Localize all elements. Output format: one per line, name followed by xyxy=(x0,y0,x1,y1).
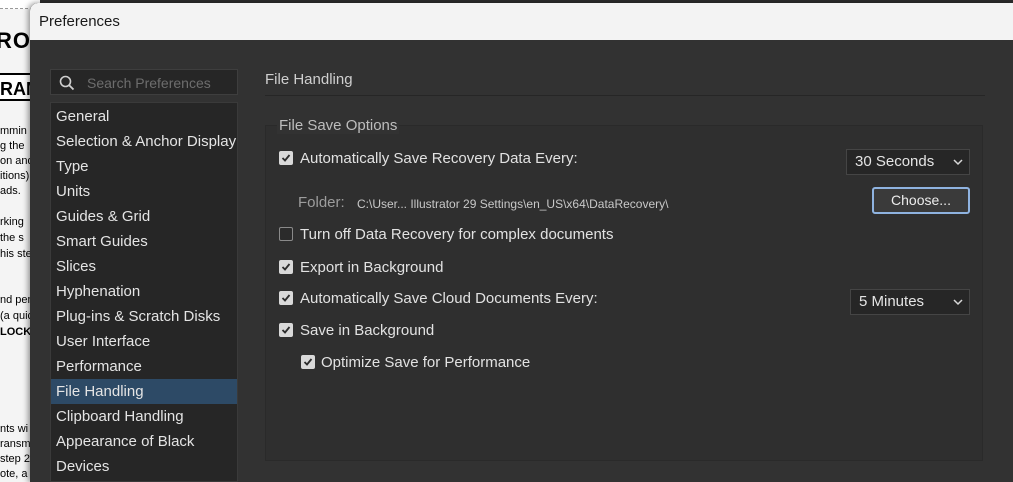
background-text-line: the s xyxy=(0,232,24,244)
nav-item-appearance-of-black[interactable]: Appearance of Black xyxy=(51,429,237,454)
nav-item-performance[interactable]: Performance xyxy=(51,354,237,379)
optimize-save-label[interactable]: Optimize Save for Performance xyxy=(321,354,530,371)
checkmark-icon xyxy=(281,263,291,271)
background-text-line: nd pen xyxy=(0,294,34,306)
nav-item-smart-guides[interactable]: Smart Guides xyxy=(51,229,237,254)
background-text-line: his ste xyxy=(0,248,32,260)
background-text-line: rking xyxy=(0,216,24,228)
auto-save-recovery-label[interactable]: Automatically Save Recovery Data Every: xyxy=(300,150,578,167)
nav-item-file-handling[interactable]: File Handling xyxy=(51,379,237,404)
auto-save-recovery-checkbox[interactable] xyxy=(279,151,293,165)
nav-item-plugins-scratch-disks[interactable]: Plug-ins & Scratch Disks xyxy=(51,304,237,329)
background-text-line: nts wi xyxy=(0,423,29,435)
background-text-line: (a quic xyxy=(0,310,34,322)
search-icon xyxy=(59,75,75,91)
save-background-label[interactable]: Save in Background xyxy=(300,322,434,339)
background-text-line: ads. xyxy=(0,185,21,197)
cloud-interval-value: 5 Minutes xyxy=(859,293,925,310)
export-background-checkbox[interactable] xyxy=(279,260,293,274)
nav-item-devices[interactable]: Devices xyxy=(51,454,237,479)
checkmark-icon xyxy=(281,154,291,162)
checkmark-icon xyxy=(281,326,291,334)
folder-label: Folder: xyxy=(298,194,345,211)
nav-item-hyphenation[interactable]: Hyphenation xyxy=(51,279,237,304)
nav-item-general[interactable]: General xyxy=(51,104,237,129)
preferences-dialog: Preferences General Selection & Anchor D… xyxy=(30,3,1013,482)
background-text-line: ransm xyxy=(0,438,31,450)
cloud-interval-select[interactable]: 5 Minutes xyxy=(850,289,970,315)
nav-item-slices[interactable]: Slices xyxy=(51,254,237,279)
choose-folder-button[interactable]: Choose... xyxy=(872,187,970,214)
auto-save-cloud-label[interactable]: Automatically Save Cloud Documents Every… xyxy=(300,290,598,307)
background-text-line: step 2 xyxy=(0,453,30,465)
checkmark-icon xyxy=(303,358,313,366)
section-title: File Handling xyxy=(265,71,353,88)
turn-off-recovery-label[interactable]: Turn off Data Recovery for complex docum… xyxy=(300,226,613,243)
nav-item-clipboard-handling[interactable]: Clipboard Handling xyxy=(51,404,237,429)
background-text-line: on and xyxy=(0,155,34,167)
optimize-save-checkbox[interactable] xyxy=(301,355,315,369)
section-divider xyxy=(265,95,985,96)
background-text-line: mmin xyxy=(0,125,27,137)
search-box[interactable] xyxy=(50,69,238,95)
nav-item-units[interactable]: Units xyxy=(51,179,237,204)
title-bar[interactable]: Preferences xyxy=(30,3,1013,40)
group-title: File Save Options xyxy=(277,117,400,134)
background-heading: RO xyxy=(0,28,31,53)
folder-path: C:\User... Illustrator 29 Settings\en_US… xyxy=(357,197,669,211)
recovery-interval-value: 30 Seconds xyxy=(855,153,935,170)
background-text-line: ote, a xyxy=(0,468,28,480)
background-text-line: g the xyxy=(0,140,25,152)
background-text-line: LOCK xyxy=(0,326,32,338)
background-text-line: itions) xyxy=(0,170,30,182)
nav-item-selection-anchor-display[interactable]: Selection & Anchor Display xyxy=(51,129,237,154)
save-background-checkbox[interactable] xyxy=(279,323,293,337)
recovery-interval-select[interactable]: 30 Seconds xyxy=(846,149,970,175)
export-background-label[interactable]: Export in Background xyxy=(300,259,443,276)
search-input[interactable] xyxy=(85,72,237,94)
chevron-down-icon xyxy=(953,159,963,166)
preferences-category-list: General Selection & Anchor Display Type … xyxy=(50,102,238,482)
nav-item-type[interactable]: Type xyxy=(51,154,237,179)
nav-item-guides-grid[interactable]: Guides & Grid xyxy=(51,204,237,229)
nav-item-user-interface[interactable]: User Interface xyxy=(51,329,237,354)
checkmark-icon xyxy=(281,294,291,302)
chevron-down-icon xyxy=(953,299,963,306)
turn-off-recovery-checkbox[interactable] xyxy=(279,227,293,241)
auto-save-cloud-checkbox[interactable] xyxy=(279,291,293,305)
dialog-title: Preferences xyxy=(39,13,120,30)
